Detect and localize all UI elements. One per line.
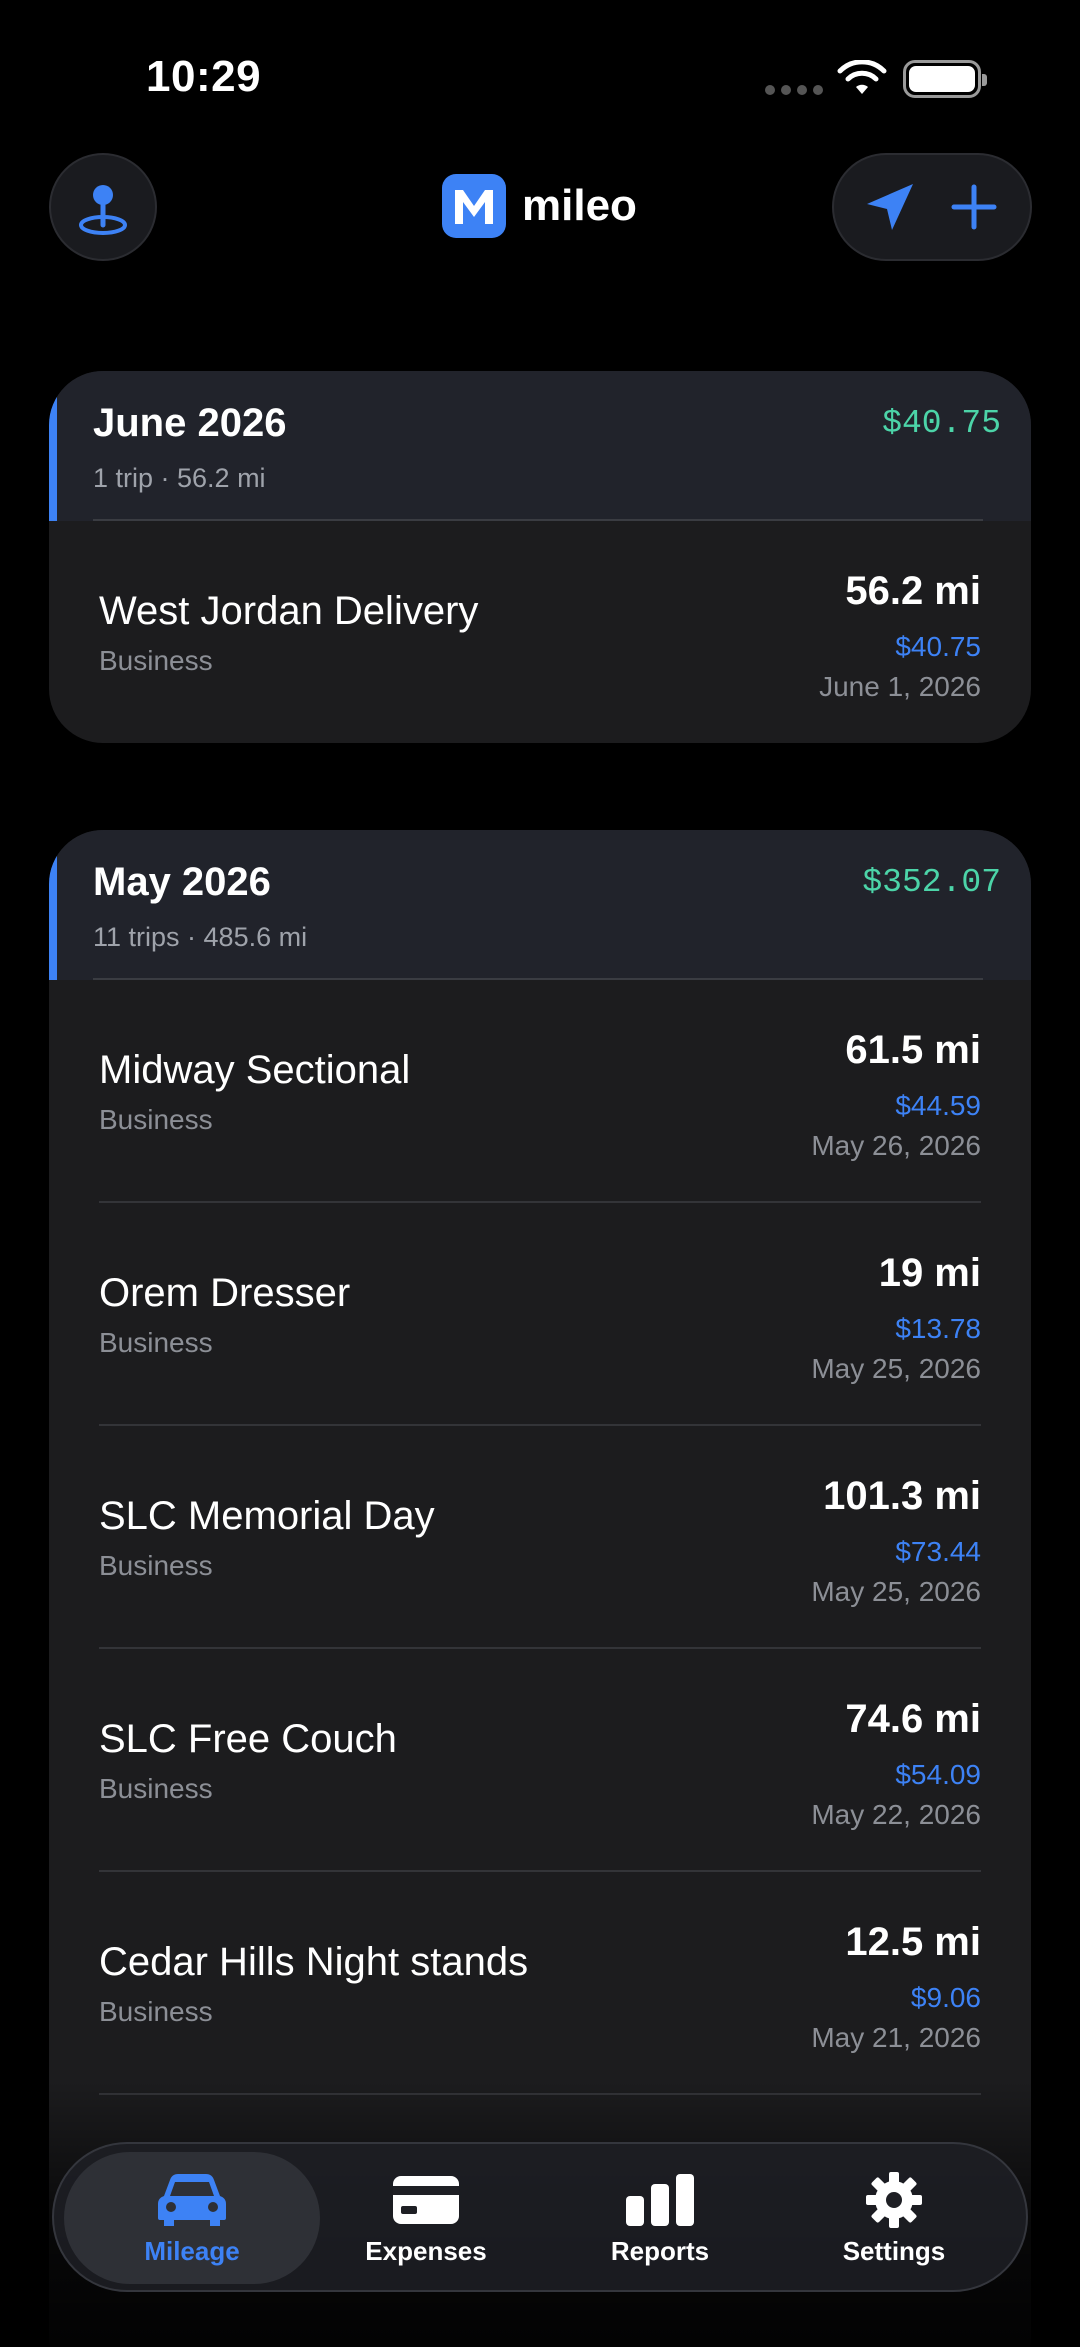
trip-amount: $9.06 [910,1982,981,2013]
add-trip-button[interactable] [934,167,1014,247]
app-logo: mileo [442,174,637,238]
card-icon [393,2175,459,2224]
trip-miles: 101.3 mi [823,1474,981,1518]
tab-label: Settings [842,2235,946,2266]
gear-icon [866,2171,922,2228]
cellular-signal-icon [765,85,823,95]
trip-amount: $73.44 [895,1536,981,1567]
location-pin-icon [79,185,127,235]
trip-date: May 26, 2026 [811,1130,981,1161]
month-total: $352.07 [862,864,1001,901]
status-bar: 10:29 [0,0,1080,150]
trip-category: Business [99,1327,213,1358]
trip-name: Cedar Hills Night stands [99,1940,529,1984]
tab-mileage[interactable]: Mileage [64,2152,320,2284]
trip-category: Business [99,645,213,676]
trip-name: West Jordan Delivery [99,589,479,633]
trip-row[interactable]: SLC Memorial Day Business 101.3 mi $73.4… [49,1426,1031,1649]
tab-bar: Mileage Expenses Reports Settings [52,2142,1028,2292]
trip-date: May 21, 2026 [811,2022,981,2053]
trip-row[interactable]: Cedar Hills Night stands Business 12.5 m… [49,1872,1031,2095]
trip-date: May 25, 2026 [811,1353,981,1384]
month-summary: 1 trip · 56.2 mi [93,463,266,493]
trip-date: June 1, 2026 [819,671,981,702]
trip-date: May 25, 2026 [811,1576,981,1607]
tab-label: Mileage [144,2235,240,2266]
trip-category: Business [99,1773,213,1804]
plus-icon [951,184,997,230]
month-card-june-2026: June 2026 1 trip · 56.2 mi $40.75 West J… [49,371,1031,743]
trip-row[interactable]: Orem Dresser Business 19 mi $13.78 May 2… [49,1203,1031,1426]
wifi-icon [837,60,887,94]
row-separator [99,2093,981,2095]
navigate-button[interactable] [850,167,930,247]
tab-expenses[interactable]: Expenses [298,2152,554,2284]
trip-amount: $44.59 [895,1090,981,1121]
trip-row[interactable]: Midway Sectional Business 61.5 mi $44.59… [49,980,1031,1203]
status-time: 10:29 [146,52,262,101]
trip-date: May 22, 2026 [811,1799,981,1830]
trip-amount: $13.78 [895,1313,981,1344]
app-name: mileo [522,181,637,230]
trip-name: SLC Free Couch [99,1717,397,1761]
trip-category: Business [99,1996,213,2027]
trip-amount: $40.75 [895,631,981,662]
trip-amount: $54.09 [895,1759,981,1790]
car-icon [158,2173,226,2226]
trip-row[interactable]: West Jordan Delivery Business 56.2 mi $4… [49,521,1031,743]
tab-reports[interactable]: Reports [532,2152,788,2284]
tab-label: Reports [610,2235,710,2266]
trip-miles: 19 mi [878,1251,981,1295]
trip-name: SLC Memorial Day [99,1494,435,1538]
trip-miles: 74.6 mi [845,1697,981,1741]
trip-name: Midway Sectional [99,1048,411,1092]
month-header[interactable]: May 2026 11 trips · 485.6 mi $352.07 [49,830,1031,980]
trip-miles: 56.2 mi [845,569,981,613]
month-total: $40.75 [882,405,1001,442]
month-title: May 2026 [93,860,271,904]
trip-category: Business [99,1104,213,1135]
logo-mark-icon [442,174,506,238]
month-header[interactable]: June 2026 1 trip · 56.2 mi $40.75 [49,371,1031,521]
trip-miles: 61.5 mi [845,1028,981,1072]
trip-miles: 12.5 mi [845,1920,981,1964]
battery-icon [903,60,987,98]
month-title: June 2026 [93,401,287,445]
location-pin-button[interactable] [49,153,157,261]
tab-settings[interactable]: Settings [766,2152,1022,2284]
month-card-may-2026: May 2026 11 trips · 485.6 mi $352.07 Mid… [49,830,1031,2347]
trip-name: Orem Dresser [99,1271,351,1315]
bar-chart-icon [626,2173,694,2226]
trip-category: Business [99,1550,213,1581]
trip-row[interactable]: SLC Free Couch Business 74.6 mi $54.09 M… [49,1649,1031,1872]
month-summary: 11 trips · 485.6 mi [93,922,308,952]
navigation-arrow-icon [867,184,913,230]
header-actions [832,153,1032,261]
tab-label: Expenses [365,2235,487,2266]
